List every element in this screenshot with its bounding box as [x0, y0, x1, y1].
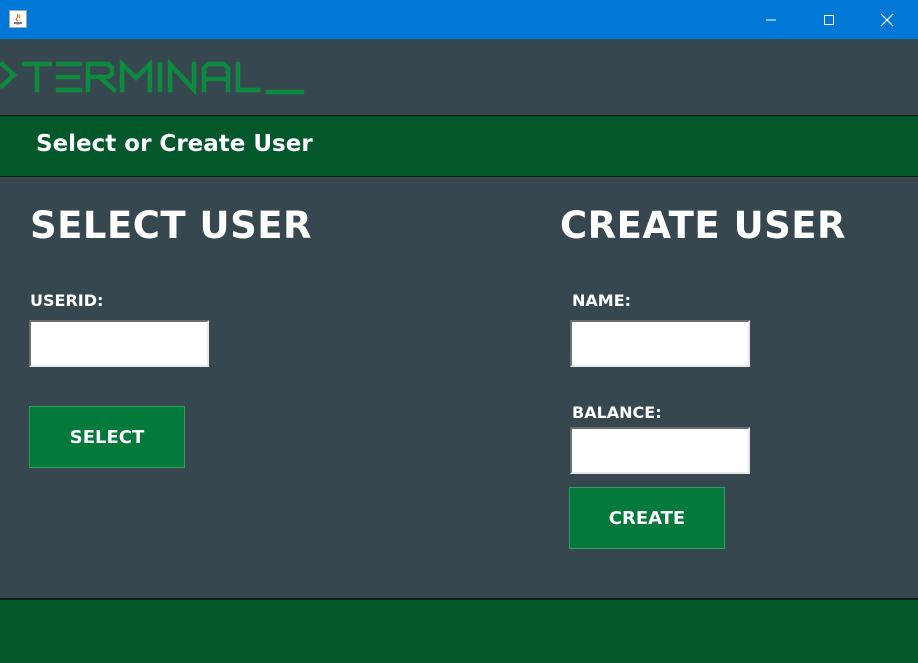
terminal-logo: [0, 58, 305, 96]
footer-band: [0, 598, 918, 663]
minimize-button[interactable]: [742, 0, 800, 39]
header-band: Select or Create User: [0, 115, 918, 177]
balance-input[interactable]: [570, 427, 750, 474]
app-window: Select or Create User SELECT USER USERID…: [0, 0, 918, 663]
userid-label: USERID:: [30, 291, 104, 310]
userid-input[interactable]: [29, 320, 209, 367]
select-button[interactable]: SELECT: [29, 406, 185, 468]
close-icon: [880, 13, 894, 26]
page-title: Select or Create User: [36, 131, 313, 157]
maximize-button[interactable]: [800, 0, 858, 39]
name-label: NAME:: [572, 291, 632, 310]
close-button[interactable]: [858, 0, 916, 39]
minimize-icon: [766, 19, 776, 20]
title-bar[interactable]: [0, 0, 918, 39]
create-button[interactable]: CREATE: [569, 487, 725, 549]
java-app-icon: [9, 10, 27, 28]
maximize-icon: [824, 14, 834, 25]
select-user-heading: SELECT USER: [30, 204, 313, 247]
create-user-heading: CREATE USER: [560, 204, 847, 247]
balance-label: BALANCE:: [572, 403, 662, 422]
name-input[interactable]: [570, 320, 750, 367]
